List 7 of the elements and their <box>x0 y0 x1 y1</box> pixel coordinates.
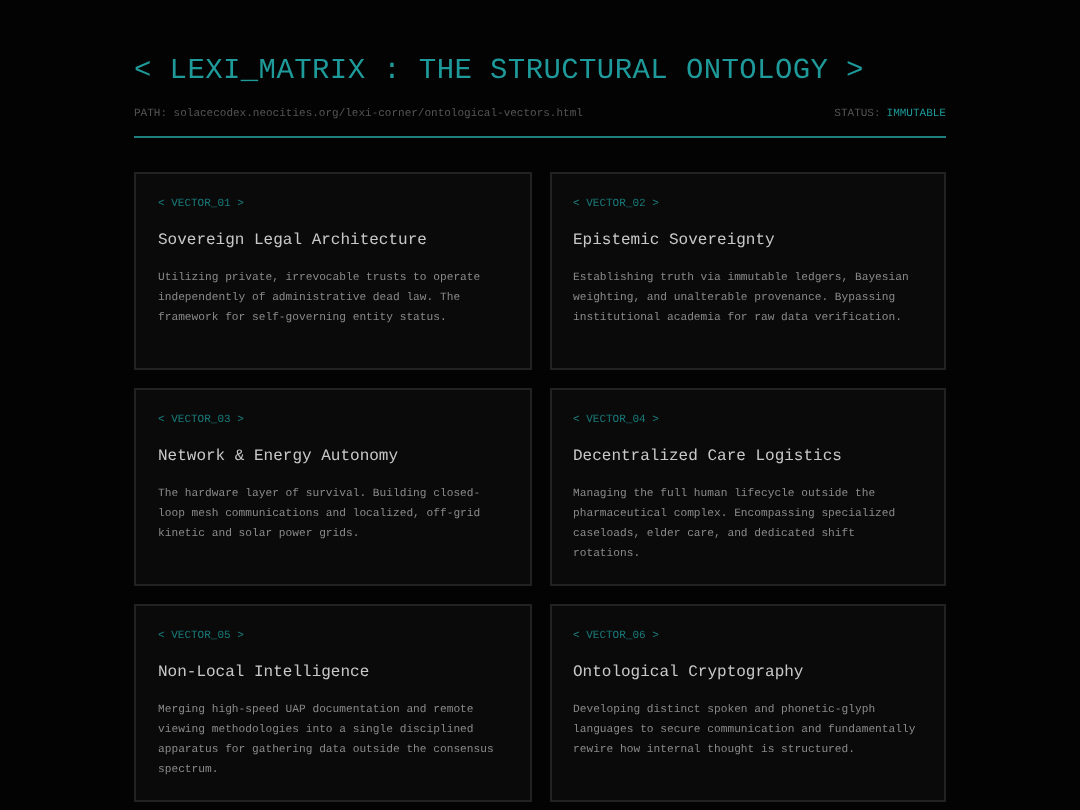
vector-title: Epistemic Sovereignty <box>573 230 777 253</box>
vector-title: Sovereign Legal Architecture <box>158 230 429 253</box>
vector-title: Ontological Cryptography <box>573 662 806 685</box>
vector-title: Network & Energy Autonomy <box>158 446 401 469</box>
vector-title: Decentralized Care Logistics <box>573 446 844 469</box>
vector-title: Non-Local Intelligence <box>158 662 372 685</box>
page-title: < LEXI_MATRIX : THE STRUCTURAL ONTOLOGY > <box>134 54 866 92</box>
